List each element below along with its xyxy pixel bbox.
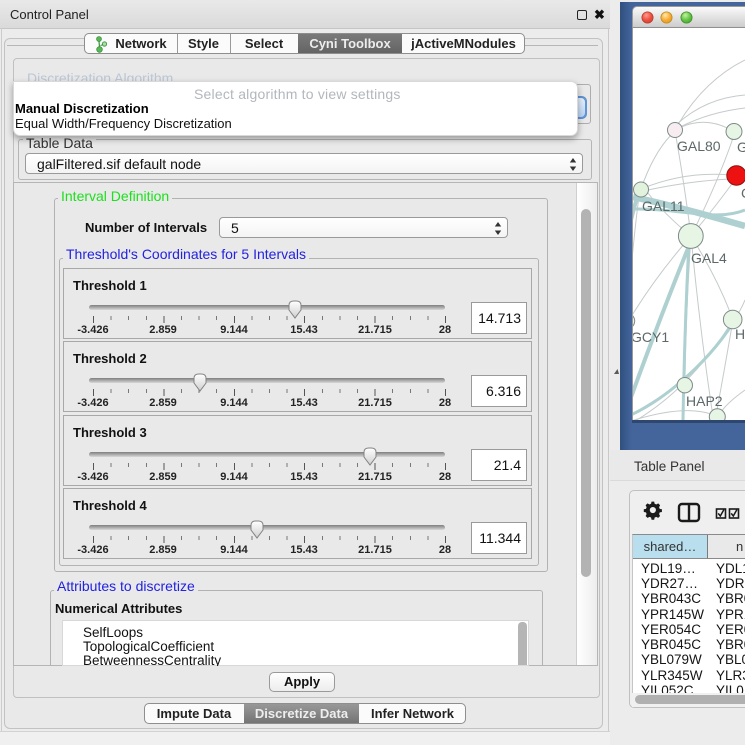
svg-text:HAP2: HAP2 xyxy=(686,393,723,409)
svg-text:GAL80: GAL80 xyxy=(677,138,721,154)
svg-text:GCY1: GCY1 xyxy=(633,329,669,345)
svg-text:H: H xyxy=(735,326,745,342)
svg-text:GAL4: GAL4 xyxy=(691,250,727,266)
svg-text:G.: G. xyxy=(737,139,745,155)
svg-text:C: C xyxy=(741,185,745,201)
svg-text:GAL11: GAL11 xyxy=(642,198,685,214)
